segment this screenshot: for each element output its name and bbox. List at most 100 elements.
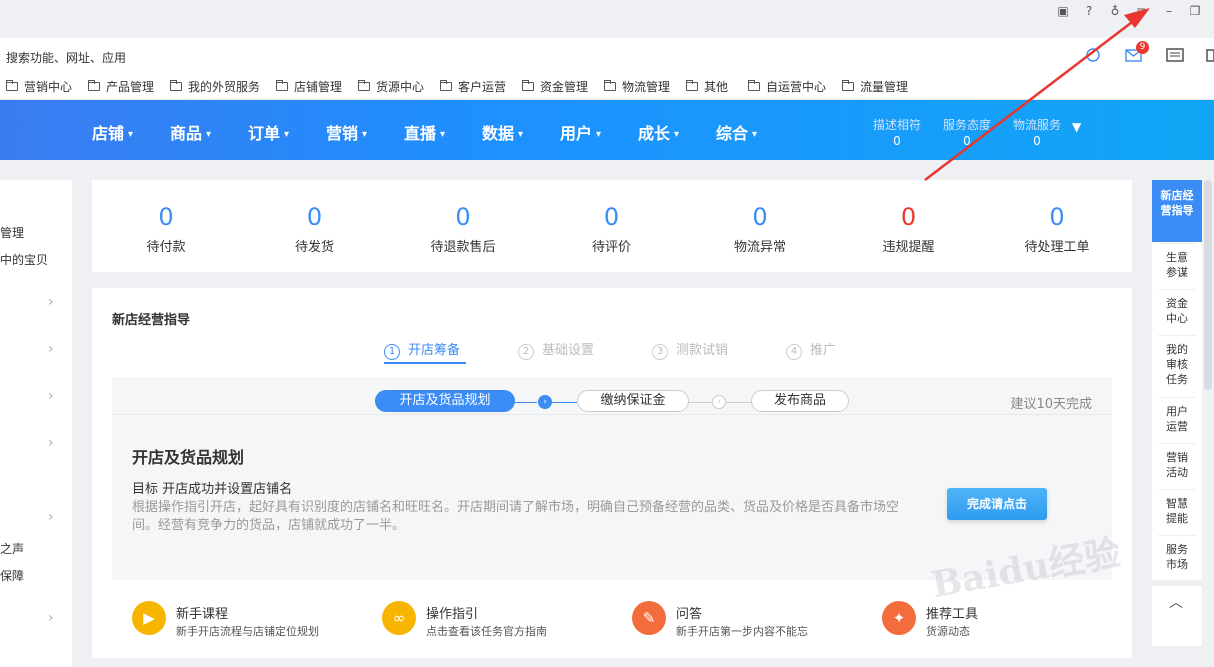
- maximize-icon[interactable]: ❐: [1188, 4, 1202, 18]
- resource-course[interactable]: ▶ 新手课程 新手开店流程与店铺定位规划: [132, 599, 362, 639]
- bookmark-item[interactable]: 流量管理: [842, 78, 908, 95]
- divider: [1158, 397, 1196, 398]
- tool-icon[interactable]: [1206, 47, 1214, 63]
- bookmark-item[interactable]: 资金管理: [522, 78, 588, 95]
- substep-pill[interactable]: 缴纳保证金: [577, 390, 689, 412]
- chevron-down-icon: ▾: [674, 129, 680, 140]
- step-tab[interactable]: 2 基础设置: [518, 339, 594, 360]
- chevron-right-icon[interactable]: ›: [48, 341, 54, 357]
- bookmark-item[interactable]: 货源中心: [358, 78, 424, 95]
- stat-value: 0: [893, 134, 901, 148]
- mail-badge: 9: [1136, 41, 1149, 54]
- step-tab[interactable]: 1 开店筹备: [384, 339, 460, 360]
- step-tab[interactable]: 4 推广: [786, 339, 836, 360]
- resource-qa[interactable]: ✎ 问答 新手开店第一步内容不能忘: [632, 599, 862, 639]
- stats-expand-icon[interactable]: ▼: [1072, 120, 1081, 134]
- right-panel-item[interactable]: 用户运营: [1152, 400, 1202, 440]
- bookmark-item[interactable]: 营销中心: [6, 78, 72, 95]
- window-titlebar: ▣ ? ♁ ≡ – ❐: [0, 0, 1214, 38]
- sidebar-item[interactable]: 中的宝贝: [0, 251, 48, 268]
- feedback-icon[interactable]: ▣: [1056, 4, 1070, 18]
- search-input[interactable]: 搜索功能、网址、应用: [6, 49, 126, 66]
- folder-icon: [88, 80, 100, 91]
- main-nav: 店铺 ▾ 商品 ▾ 订单 ▾ 营销 ▾ 直播 ▾ 数据 ▾ 用户 ▾ 成长 ▾ 综合 ▾ 描述相符…: [0, 100, 1214, 160]
- counter-value: 0: [603, 203, 620, 231]
- sidebar-item[interactable]: 之声: [0, 540, 24, 557]
- nav-item[interactable]: 综合 ▾: [716, 120, 757, 144]
- right-panel-item[interactable]: 我的审核任务: [1152, 338, 1202, 394]
- folder-icon: [358, 80, 370, 91]
- bookmark-item[interactable]: 物流管理: [604, 78, 670, 95]
- page-scrollbar[interactable]: [1202, 180, 1214, 667]
- right-panel-item[interactable]: 营销活动: [1152, 446, 1202, 486]
- counter-item[interactable]: 0 待评价: [552, 202, 672, 255]
- chevron-down-icon: ▾: [206, 129, 212, 140]
- bookmark-item[interactable]: 我的外贸服务: [170, 78, 260, 95]
- nav-item[interactable]: 订单 ▾: [248, 120, 289, 144]
- task-panel: 开店及货品规划 › 缴纳保证金 › 发布商品 建议10天完成 开店及货品规划 目…: [112, 377, 1112, 580]
- chevron-down-icon: ▾: [752, 129, 758, 140]
- chevron-right-icon[interactable]: ›: [48, 294, 54, 310]
- resource-tools[interactable]: ✦ 推荐工具 货源动态: [882, 599, 1042, 639]
- substep-pill[interactable]: 发布商品: [751, 390, 849, 412]
- right-quick-panel: 新店经营指导 生意参谋资金中心我的审核任务用户运营营销活动智慧提能服务市场: [1152, 180, 1202, 580]
- right-panel-item[interactable]: 资金中心: [1152, 292, 1202, 332]
- scrollbar-thumb[interactable]: [1204, 180, 1212, 390]
- back-to-top[interactable]: ︿: [1152, 586, 1202, 646]
- counter-item[interactable]: 0 待付款: [106, 202, 226, 255]
- left-sidebar: 管理 中的宝贝 › › › › › 之声 保障 ›: [0, 180, 72, 667]
- counter-item[interactable]: 0 待处理工单: [997, 202, 1117, 255]
- bookmark-item[interactable]: 其他: [686, 78, 728, 95]
- right-panel-item[interactable]: 智慧提能: [1152, 492, 1202, 532]
- address-bar: 搜索功能、网址、应用 9: [0, 38, 1214, 72]
- bookmark-item[interactable]: 客户运营: [440, 78, 506, 95]
- counter-item[interactable]: 0 违规提醒: [849, 202, 969, 255]
- folder-icon: [440, 80, 452, 91]
- nav-item[interactable]: 成长 ▾: [638, 120, 679, 144]
- right-panel-item[interactable]: 生意参谋: [1152, 246, 1202, 286]
- bookmark-item[interactable]: 店铺管理: [276, 78, 342, 95]
- sidebar-item[interactable]: 管理: [0, 224, 24, 241]
- divider: [1158, 289, 1196, 290]
- right-panel-item[interactable]: 服务市场: [1152, 538, 1202, 578]
- chevron-down-icon: ▾: [128, 129, 134, 140]
- counter-label: 待处理工单: [1024, 240, 1090, 255]
- chevron-right-icon[interactable]: ›: [48, 435, 54, 451]
- connector: [726, 402, 751, 403]
- bookmark-item[interactable]: 自运营中心: [748, 78, 826, 95]
- help-icon[interactable]: ?: [1082, 4, 1096, 18]
- skin-icon[interactable]: ♁: [1108, 4, 1122, 18]
- nav-item[interactable]: 店铺 ▾: [92, 120, 133, 144]
- counter-value: 0: [158, 203, 174, 231]
- stat-label: 描述相符: [872, 118, 921, 132]
- menu-icon[interactable]: ≡: [1134, 4, 1148, 18]
- substep-pill[interactable]: 开店及货品规划: [375, 390, 515, 412]
- resource-guide[interactable]: ∞ 操作指引 点击查看该任务官方指南: [382, 599, 612, 639]
- right-panel-item[interactable]: 新店经营指导: [1152, 180, 1202, 242]
- chat-icon[interactable]: [1084, 47, 1102, 63]
- counter-item[interactable]: 0 待发货: [255, 202, 375, 255]
- minimize-icon[interactable]: –: [1162, 4, 1176, 18]
- card-icon[interactable]: [1166, 47, 1184, 63]
- divider: [1158, 443, 1196, 444]
- nav-item[interactable]: 营销 ▾: [326, 120, 367, 144]
- nav-item[interactable]: 数据 ▾: [482, 120, 523, 144]
- suggest-text: 建议10天完成: [1010, 397, 1092, 412]
- sidebar-item[interactable]: 保障: [0, 567, 24, 584]
- complete-button[interactable]: 完成请点击: [947, 488, 1047, 520]
- nav-item[interactable]: 用户 ▾: [560, 120, 601, 144]
- chevron-right-icon[interactable]: ›: [48, 509, 54, 525]
- counter-item[interactable]: 0 待退款售后: [403, 202, 523, 255]
- counter-item[interactable]: 0 物流异常: [700, 202, 820, 255]
- counter-label: 物流异常: [733, 240, 786, 255]
- counter-label: 待发货: [294, 240, 334, 255]
- step-tab[interactable]: 3 测款试销: [652, 339, 728, 360]
- bookmark-item[interactable]: 产品管理: [88, 78, 154, 95]
- chevron-down-icon: ▾: [362, 129, 368, 140]
- nav-item[interactable]: 直播 ▾: [404, 120, 445, 144]
- chevron-right-icon[interactable]: ›: [48, 388, 54, 404]
- order-counters: 0 待付款 0 待发货 0 待退款售后 0 待评价 0 物流异常 0 违规提醒 0 待处理工单: [92, 180, 1132, 272]
- nav-item[interactable]: 商品 ▾: [170, 120, 211, 144]
- chevron-right-icon[interactable]: ›: [48, 610, 54, 626]
- chevron-up-icon[interactable]: ︿: [1169, 592, 1183, 612]
